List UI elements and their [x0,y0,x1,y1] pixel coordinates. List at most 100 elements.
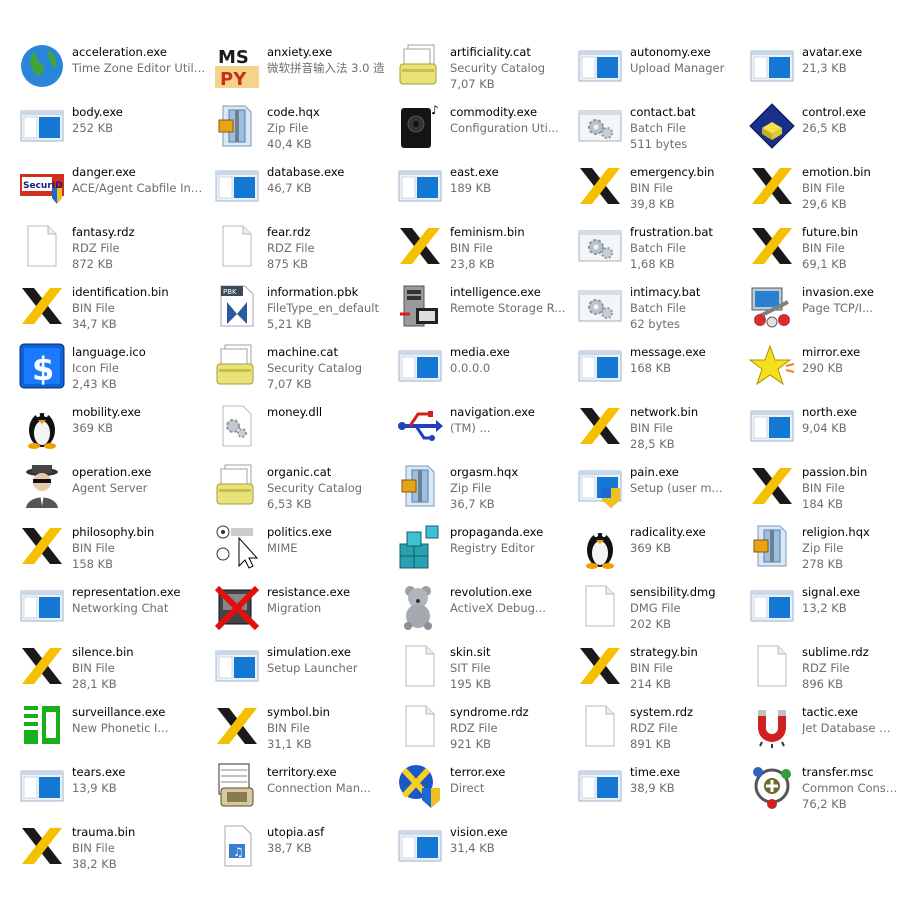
file-item[interactable]: control.exe 26,5 KB [748,102,898,158]
file-item[interactable]: revolution.exe ActiveX Debug... [396,582,572,638]
file-item[interactable]: autonomy.exe Upload Manager [576,42,744,98]
file-item[interactable]: mobility.exe 369 KB [18,402,208,458]
file-item[interactable]: signal.exe 13,2 KB [748,582,898,638]
file-name: surveillance.exe [72,705,166,719]
file-item[interactable]: intelligence.exe Remote Storage Recall [396,282,572,338]
file-item[interactable]: emotion.bin BIN File 29,6 KB [748,162,898,218]
zip-icon [396,462,444,510]
file-name: trauma.bin [72,825,136,839]
file-item[interactable]: north.exe 9,04 KB [748,402,898,458]
file-item[interactable]: operation.exe Agent Server [18,462,208,518]
file-item[interactable]: intimacy.bat Batch File 62 bytes [576,282,744,338]
file-item[interactable]: pain.exe Setup (user m... [576,462,744,518]
file-item[interactable]: resistance.exe Migration [213,582,391,638]
file-item[interactable]: contact.bat Batch File 511 bytes [576,102,744,158]
file-item[interactable]: syndrome.rdz RDZ File 921 KB [396,702,572,758]
file-item[interactable]: radicality.exe 369 KB [576,522,744,578]
file-item[interactable]: ♪ commodity.exe Configuration Uti... [396,102,572,158]
file-item[interactable]: orgasm.hqx Zip File 36,7 KB [396,462,572,518]
file-item[interactable]: skin.sit SIT File 195 KB [396,642,572,698]
file-item[interactable]: representation.exe Networking Chat [18,582,208,638]
file-detail: 290 KB [802,361,844,375]
file-item[interactable]: trauma.bin BIN File 38,2 KB [18,822,208,878]
file-item[interactable]: money.dll [213,402,391,458]
file-item[interactable]: terror.exe Direct [396,762,572,818]
file-detail: Upload Manager [630,61,725,75]
file-item[interactable]: message.exe 168 KB [576,342,744,398]
file-item[interactable]: body.exe 252 KB [18,102,208,158]
zip-icon [213,102,261,150]
file-detail: ACE/Agent Cabfile Install [72,181,208,195]
file-item[interactable]: sublime.rdz RDZ File 896 KB [748,642,898,698]
file-detail: BIN File [630,181,673,195]
file-detail: 0.0.0.0 [450,361,491,375]
file-item[interactable]: avatar.exe 21,3 KB [748,42,898,98]
file-item[interactable]: simulation.exe Setup Launcher [213,642,391,698]
file-item[interactable]: MS PY anxiety.exe 微软拼音输入法 3.0 造 [213,42,391,98]
file-name: philosophy.bin [72,525,155,539]
speaker-icon: ♪ [396,102,444,150]
file-item[interactable]: strategy.bin BIN File 214 KB [576,642,744,698]
file-detail: 252 KB [72,121,114,135]
file-detail: RDZ File [450,721,498,735]
file-item[interactable]: navigation.exe (TM) ... [396,402,572,458]
file-item[interactable]: propaganda.exe Registry Editor [396,522,572,578]
file-item[interactable]: tears.exe 13,9 KB [18,762,208,818]
file-item[interactable]: ♫ utopia.asf 38,7 KB [213,822,391,878]
file-item[interactable]: SecurID danger.exe ACE/Agent Cabfile Insta… [18,162,208,218]
file-item[interactable]: system.rdz RDZ File 891 KB [576,702,744,758]
window-app-icon [18,102,66,150]
file-size: 23,8 KB [450,257,495,271]
file-item[interactable]: politics.exe MIME [213,522,391,578]
file-size: 39,8 KB [630,197,675,211]
file-item[interactable]: PBK information.pbk FileType_en_default 5,2… [213,282,391,338]
file-item[interactable]: east.exe 189 KB [396,162,572,218]
file-item[interactable]: database.exe 46,7 KB [213,162,391,218]
file-item[interactable]: religion.hqx Zip File 278 KB [748,522,898,578]
x-icon [18,282,66,330]
file-item[interactable]: fear.rdz RDZ File 875 KB [213,222,391,278]
file-item[interactable]: media.exe 0.0.0.0 [396,342,572,398]
file-item[interactable]: tactic.exe Jet Database Co... [748,702,898,758]
file-item[interactable]: frustration.bat Batch File 1,68 KB [576,222,744,278]
file-item[interactable]: emergency.bin BIN File 39,8 KB [576,162,744,218]
file-item[interactable]: vision.exe 31,4 KB [396,822,572,878]
file-item[interactable]: machine.cat Security Catalog 7,07 KB [213,342,391,398]
file-detail: Zip File [802,541,844,555]
file-detail: 38,9 KB [630,781,675,795]
file-item[interactable]: transfer.msc Common Conso... 76,2 KB [748,762,898,818]
file-item[interactable]: time.exe 38,9 KB [576,762,744,818]
window-app-icon [748,42,796,90]
file-item[interactable]: symbol.bin BIN File 31,1 KB [213,702,391,758]
file-item[interactable]: artificiality.cat Security Catalog 7,07 KB [396,42,572,98]
file-item[interactable]: identification.bin BIN File 34,7 KB [18,282,208,338]
file-item[interactable]: silence.bin BIN File 28,1 KB [18,642,208,698]
file-item[interactable]: feminism.bin BIN File 23,8 KB [396,222,572,278]
file-item[interactable]: $ language.ico Icon File 2,43 KB [18,342,208,398]
file-item[interactable]: mirror.exe 290 KB [748,342,898,398]
window-app-icon [748,402,796,450]
file-detail: Jet Database Co... [802,721,898,735]
file-name: media.exe [450,345,510,359]
file-size: 158 KB [72,557,114,571]
file-item[interactable]: future.bin BIN File 69,1 KB [748,222,898,278]
file-item[interactable]: passion.bin BIN File 184 KB [748,462,898,518]
file-item[interactable]: invasion.exe Page TCP/I... [748,282,898,338]
file-item[interactable]: territory.exe Connection Man... [213,762,391,818]
file-item[interactable]: sensibility.dmg DMG File 202 KB [576,582,744,638]
file-detail: ActiveX Debug... [450,601,546,615]
window-app-icon [576,342,624,390]
file-item[interactable]: acceleration.exe Time Zone Editor Utility [18,42,208,98]
file-name: operation.exe [72,465,152,479]
file-item[interactable]: fantasy.rdz RDZ File 872 KB [18,222,208,278]
file-item[interactable]: network.bin BIN File 28,5 KB [576,402,744,458]
file-item[interactable]: surveillance.exe New Phonetic I... [18,702,208,758]
file-item[interactable]: philosophy.bin BIN File 158 KB [18,522,208,578]
file-name: skin.sit [450,645,491,659]
file-item[interactable]: organic.cat Security Catalog 6,53 KB [213,462,391,518]
x-icon [576,642,624,690]
file-item[interactable]: code.hqx Zip File 40,4 KB [213,102,391,158]
file-detail: MIME [267,541,298,555]
file-name: tactic.exe [802,705,858,719]
file-detail: 46,7 KB [267,181,312,195]
